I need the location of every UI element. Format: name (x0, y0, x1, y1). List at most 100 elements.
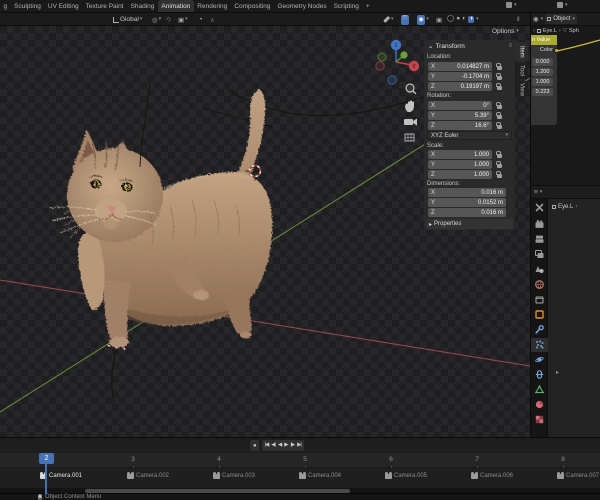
record-button[interactable]: ● (250, 440, 259, 451)
rotation-x-field[interactable]: X 0° (428, 101, 492, 110)
tab-shading[interactable]: Shading (127, 0, 158, 12)
tab-modeling-partial[interactable]: g (0, 0, 11, 12)
shader-editor-icon[interactable]: ◉ (533, 15, 539, 23)
snap-with-dropdown[interactable]: ▣ ▾ (178, 13, 188, 26)
options-dropdown[interactable]: Options ▾ (492, 28, 519, 35)
xray-toggle[interactable]: ▣ (436, 13, 442, 26)
add-workspace-button[interactable]: + (362, 0, 373, 12)
tab-sculpting[interactable]: Sculpting (11, 0, 45, 12)
lock-icon[interactable] (496, 111, 502, 119)
navigation-gizmo[interactable]: Z X (375, 39, 420, 85)
location-z-field[interactable]: Z 0.19197 m (428, 82, 492, 91)
tab-animation[interactable]: Animation (157, 0, 194, 12)
properties-tab-modifiers-icon[interactable] (535, 324, 544, 334)
gizmo-axis-neg-x[interactable] (375, 61, 385, 71)
shading-solid-button[interactable]: ● (456, 16, 460, 23)
tab-compositing[interactable]: Compositing (231, 0, 274, 12)
properties-subpanel-header[interactable]: ▸ Properties (426, 219, 513, 229)
shading-material-button[interactable]: ◐ (462, 16, 466, 23)
pivot-point-dropdown[interactable]: ◎ ▾ (152, 13, 161, 26)
proportional-falloff-dropdown[interactable]: ∧ (210, 13, 215, 26)
properties-tab-collection-icon[interactable] (535, 296, 544, 304)
properties-tab-view-layer-icon[interactable] (535, 250, 544, 259)
collapsed-panel-arrow[interactable]: ▸ (556, 369, 559, 376)
scale-x-field[interactable]: X 1.000 (428, 150, 492, 159)
shading-rendered-button[interactable]: ◑ (468, 16, 475, 23)
transform-orientation-dropdown[interactable]: Global ▾ (113, 13, 142, 26)
marker-camera-004[interactable]: Camera.004 (299, 471, 341, 479)
shader-editor-canvas[interactable]: › Eye.L › ▽ Sph n Value Color 0.000 1.20… (531, 26, 600, 185)
properties-tab-render-icon[interactable] (535, 220, 544, 228)
play-reverse-button[interactable]: ◀ (278, 442, 282, 449)
lock-icon[interactable] (496, 101, 502, 109)
tab-tool[interactable]: Tool (515, 63, 528, 79)
shading-wireframe-button[interactable]: ◯ (447, 16, 454, 23)
lock-icon[interactable] (496, 170, 502, 178)
dimensions-y-field[interactable]: Y 0.0152 m (428, 198, 506, 207)
location-y-field[interactable]: Y -0.1704 m (428, 72, 492, 81)
tab-rendering[interactable]: Rendering (194, 0, 231, 12)
tab-view[interactable]: View (515, 81, 528, 97)
properties-editor-icon[interactable]: ≡ (534, 189, 538, 196)
lock-icon[interactable] (496, 160, 502, 168)
marker-camera-002[interactable]: Camera.002 (127, 471, 169, 479)
dimensions-z-field[interactable]: Z 0.016 m (428, 208, 506, 217)
jump-to-start-button[interactable]: |◀ (265, 442, 270, 449)
location-x-field[interactable]: X 0.014827 m (428, 62, 492, 71)
playhead-line[interactable] (45, 464, 47, 494)
tab-geometry-nodes[interactable]: Geometry Nodes (274, 0, 330, 12)
scale-y-field[interactable]: Y 1.000 (428, 160, 492, 169)
rotation-z-field[interactable]: Z 16.6° (428, 121, 492, 130)
rotation-mode-dropdown[interactable]: XYZ Euler ▾ (427, 131, 512, 140)
properties-tab-constraints-icon[interactable] (535, 370, 544, 379)
prev-keyframe-button[interactable]: ◀| (271, 442, 276, 449)
play-button[interactable]: ▶ (284, 442, 288, 449)
gizmos-dropdown[interactable]: ▾ (383, 13, 394, 26)
next-keyframe-button[interactable]: |▶ (290, 442, 295, 449)
view-layer-selector[interactable]: ▾ (557, 2, 568, 8)
scene-selector[interactable]: ▾ (506, 2, 517, 8)
properties-tab-material-icon[interactable] (535, 400, 544, 409)
marker-camera-003[interactable]: Camera.003 (213, 471, 255, 479)
lock-icon[interactable] (496, 62, 502, 70)
ortho-grid-icon[interactable] (404, 133, 415, 142)
lock-icon[interactable] (496, 72, 502, 80)
properties-tab-texture-icon[interactable] (535, 415, 544, 424)
lock-icon[interactable] (496, 121, 502, 129)
tab-texture-paint[interactable]: Texture Paint (82, 0, 127, 12)
tab-uv-editing[interactable]: UV Editing (44, 0, 82, 12)
rotation-y-field[interactable]: Y 5.39° (428, 111, 492, 120)
editor-divider[interactable] (530, 13, 531, 437)
curve-guide[interactable] (111, 347, 117, 403)
frame-ruler[interactable]: 3 4 5 6 7 8 (0, 453, 600, 468)
jump-to-end-button[interactable]: ▶| (297, 442, 302, 449)
zoom-tool-icon[interactable] (405, 83, 417, 95)
properties-tab-object-icon[interactable] (535, 310, 544, 319)
show-gizmo-toggle[interactable]: ⤧ (401, 13, 409, 26)
snap-toggle[interactable]: ∩ (164, 13, 173, 26)
gizmo-axis-neg-y[interactable] (377, 52, 387, 62)
panel-menu-icon[interactable]: ≡ (508, 43, 512, 49)
current-frame-indicator[interactable]: 2 (39, 453, 54, 464)
proportional-editing-toggle[interactable]: • (200, 13, 202, 26)
cat-model[interactable] (49, 89, 273, 350)
gizmo-axis-neg-z[interactable] (387, 75, 397, 85)
tab-scripting[interactable]: Scripting (330, 0, 362, 12)
show-overlays-toggle[interactable]: ◉ ▾ (417, 13, 429, 26)
curve-guide[interactable] (139, 82, 151, 168)
lock-icon[interactable] (496, 82, 502, 90)
transform-panel-header[interactable]: ⌄ Transform (428, 42, 465, 51)
marker-track[interactable]: Camera.001 Camera.002 Camera.003 Camera.… (0, 468, 600, 488)
tab-item[interactable]: Item (515, 42, 528, 61)
scale-z-field[interactable]: Z 1.000 (428, 170, 492, 179)
dimensions-x-field[interactable]: X 0.016 m (428, 188, 506, 197)
lock-icon[interactable] (496, 150, 502, 158)
properties-tab-tool-icon[interactable] (535, 203, 544, 212)
camera-view-icon[interactable] (404, 118, 417, 126)
marker-camera-007[interactable]: Camera.007 (557, 471, 599, 479)
shader-type-dropdown[interactable]: Object ▾ (545, 14, 578, 24)
properties-tab-object-data-icon[interactable] (535, 385, 544, 394)
properties-tab-world-icon[interactable] (535, 280, 544, 289)
marker-camera-005[interactable]: Camera.005 (385, 471, 427, 479)
marker-camera-006[interactable]: Camera.006 (471, 471, 513, 479)
